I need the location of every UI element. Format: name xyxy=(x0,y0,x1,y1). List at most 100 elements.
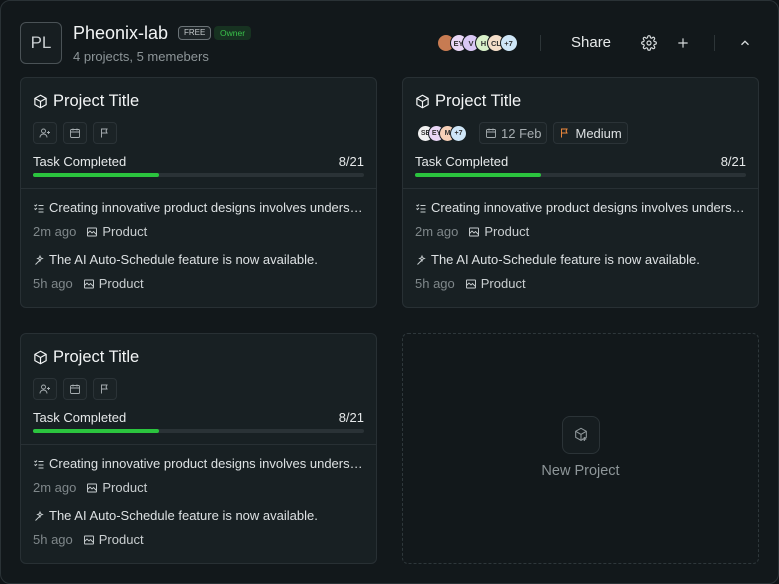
activity-meta: 5h ago Product xyxy=(415,276,526,291)
activity-tag[interactable]: Product xyxy=(86,480,147,495)
role-badge: Owner xyxy=(214,26,252,40)
member-avatar[interactable]: +7 xyxy=(499,34,518,52)
box-icon xyxy=(33,94,48,109)
chevron-up-icon[interactable] xyxy=(734,32,756,54)
activity-tag-label: Product xyxy=(102,224,148,239)
workspace-avatar[interactable]: PL xyxy=(20,22,62,64)
header-divider xyxy=(540,35,541,51)
priority-button[interactable]: Medium xyxy=(553,122,628,144)
settings-icon[interactable] xyxy=(638,32,660,54)
share-button[interactable]: Share xyxy=(561,31,621,55)
assign-member-button[interactable] xyxy=(33,122,57,144)
activity-tag-label: Product xyxy=(484,224,530,239)
project-title[interactable]: Project Title xyxy=(33,348,139,367)
activity-meta: 5h ago Product xyxy=(33,532,144,547)
project-member-stack[interactable]: SE EY M +7 xyxy=(415,124,467,142)
calendar-icon xyxy=(485,127,497,139)
project-title[interactable]: Project Title xyxy=(33,92,139,111)
activity-tag[interactable]: Product xyxy=(83,276,144,291)
activity-text: The AI Auto-Schedule feature is now avai… xyxy=(49,508,318,523)
progress-bar xyxy=(33,429,364,433)
activity-item[interactable]: The AI Auto-Schedule feature is now avai… xyxy=(33,508,364,523)
box-icon xyxy=(33,350,48,365)
project-meta-row xyxy=(33,122,117,144)
priority-label: Medium xyxy=(575,125,622,141)
due-date-button[interactable]: 12 Feb xyxy=(479,122,548,144)
card-divider xyxy=(403,188,758,189)
activity-meta: 2m ago Product xyxy=(33,480,147,495)
activity-text: Creating innovative product designs invo… xyxy=(49,456,364,471)
activity-item[interactable]: The AI Auto-Schedule feature is now avai… xyxy=(33,252,364,267)
due-date: 12 Feb xyxy=(501,125,542,141)
activity-text: Creating innovative product designs invo… xyxy=(431,200,746,215)
progress-bar xyxy=(415,173,746,177)
activity-time: 5h ago xyxy=(33,532,73,547)
progress-count: 8/21 xyxy=(720,154,746,169)
progress-label: Task Completed xyxy=(33,410,127,425)
calendar-icon xyxy=(69,127,81,139)
activity-meta: 2m ago Product xyxy=(33,224,147,239)
activity-item[interactable]: Creating innovative product designs invo… xyxy=(33,456,364,471)
project-card[interactable]: Project Title Task Completed 8/21 Creati… xyxy=(20,333,377,564)
activity-tag[interactable]: Product xyxy=(465,276,526,291)
activity-meta: 2m ago Product xyxy=(415,224,529,239)
sparkle-icon xyxy=(415,254,427,266)
calendar-icon xyxy=(69,383,81,395)
project-title-text: Project Title xyxy=(53,92,140,110)
project-meta-row: SE EY M +7 12 Feb Medium xyxy=(415,122,628,144)
progress-fill xyxy=(33,429,160,433)
progress-fill xyxy=(33,173,160,177)
priority-button[interactable] xyxy=(93,378,117,400)
checklist-icon xyxy=(415,202,427,214)
project-card[interactable]: Project Title SE EY M +7 12 Feb Medium Task C… xyxy=(402,77,759,308)
progress-label: Task Completed xyxy=(415,154,509,169)
product-tag-icon xyxy=(86,226,98,238)
activity-time: 2m ago xyxy=(415,224,459,239)
project-title[interactable]: Project Title xyxy=(415,92,521,111)
progress-count: 8/21 xyxy=(338,410,364,425)
activity-tag[interactable]: Product xyxy=(468,224,529,239)
activity-text: The AI Auto-Schedule feature is now avai… xyxy=(49,252,318,267)
sparkle-icon xyxy=(33,510,45,522)
product-tag-icon xyxy=(465,278,477,290)
card-divider xyxy=(21,444,376,445)
project-card[interactable]: Project Title Task Completed 8/21 Creati… xyxy=(20,77,377,308)
workspace-panel: PL Pheonix-lab FREE Owner 4 projects, 5 … xyxy=(0,0,779,584)
card-divider xyxy=(21,188,376,189)
activity-tag[interactable]: Product xyxy=(86,224,147,239)
activity-time: 5h ago xyxy=(415,276,455,291)
member-avatar[interactable]: +7 xyxy=(450,124,467,142)
activity-text: Creating innovative product designs invo… xyxy=(49,200,364,215)
new-project-card[interactable]: New Project xyxy=(402,333,759,564)
flag-icon xyxy=(99,127,111,139)
product-tag-icon xyxy=(468,226,480,238)
new-project-label: New Project xyxy=(541,463,620,479)
flag-icon xyxy=(559,127,571,139)
activity-item[interactable]: Creating innovative product designs invo… xyxy=(415,200,746,215)
activity-time: 2m ago xyxy=(33,480,77,495)
activity-tag-label: Product xyxy=(98,532,144,547)
plus-icon[interactable] xyxy=(672,32,694,54)
activity-tag-label: Product xyxy=(98,276,144,291)
header-divider xyxy=(714,35,715,51)
project-title-text: Project Title xyxy=(435,92,522,110)
priority-button[interactable] xyxy=(93,122,117,144)
due-date-button[interactable] xyxy=(63,122,87,144)
activity-text: The AI Auto-Schedule feature is now avai… xyxy=(431,252,700,267)
progress-count: 8/21 xyxy=(338,154,364,169)
activity-tag[interactable]: Product xyxy=(83,532,144,547)
due-date-button[interactable] xyxy=(63,378,87,400)
assign-member-button[interactable] xyxy=(33,378,57,400)
activity-item[interactable]: The AI Auto-Schedule feature is now avai… xyxy=(415,252,746,267)
progress-label: Task Completed xyxy=(33,154,127,169)
checklist-icon xyxy=(33,202,45,214)
add-project-icon xyxy=(562,416,600,454)
plan-badge: FREE xyxy=(178,26,212,40)
activity-time: 2m ago xyxy=(33,224,77,239)
sparkle-icon xyxy=(33,254,45,266)
product-tag-icon xyxy=(83,278,95,290)
activity-item[interactable]: Creating innovative product designs invo… xyxy=(33,200,364,215)
project-meta-row xyxy=(33,378,117,400)
workspace-name[interactable]: Pheonix-lab xyxy=(73,23,168,44)
box-icon xyxy=(415,94,430,109)
